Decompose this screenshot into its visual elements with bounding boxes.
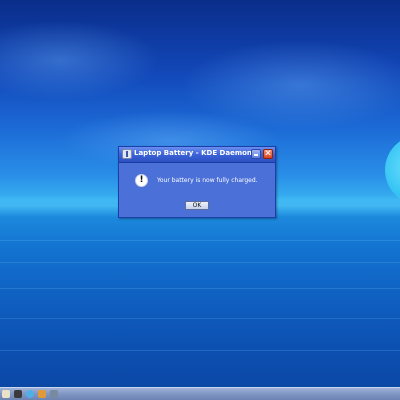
konqueror-icon[interactable] (26, 390, 34, 398)
sky-cloud (0, 20, 160, 100)
minimize-button[interactable] (251, 149, 261, 159)
dialog-titlebar[interactable]: Laptop Battery - KDE Daemon ✕ (119, 147, 275, 163)
sea-wave (0, 288, 400, 289)
kde-menu-icon[interactable] (2, 390, 10, 398)
sea-wave (0, 240, 400, 241)
ok-button[interactable]: OK (185, 201, 209, 210)
taskbar (0, 387, 400, 400)
terminal-icon[interactable] (14, 390, 22, 398)
mail-icon[interactable] (38, 390, 46, 398)
warning-icon-glyph: ! (139, 175, 144, 185)
sea-wave (0, 318, 400, 319)
settings-icon[interactable] (50, 390, 58, 398)
desktop-wallpaper: Laptop Battery - KDE Daemon ✕ ! Your bat… (0, 0, 400, 400)
sea-wave (0, 262, 400, 263)
dialog-title: Laptop Battery - KDE Daemon (134, 149, 252, 157)
battery-app-icon[interactable] (122, 149, 132, 159)
warning-icon: ! (135, 174, 148, 187)
dialog-body: ! Your battery is now fully charged. OK (119, 163, 275, 217)
battery-dialog: Laptop Battery - KDE Daemon ✕ ! Your bat… (118, 146, 276, 218)
dialog-message: Your battery is now fully charged. (157, 177, 258, 184)
sea-wave (0, 350, 400, 351)
close-button[interactable]: ✕ (263, 149, 273, 159)
close-icon: ✕ (264, 149, 272, 159)
